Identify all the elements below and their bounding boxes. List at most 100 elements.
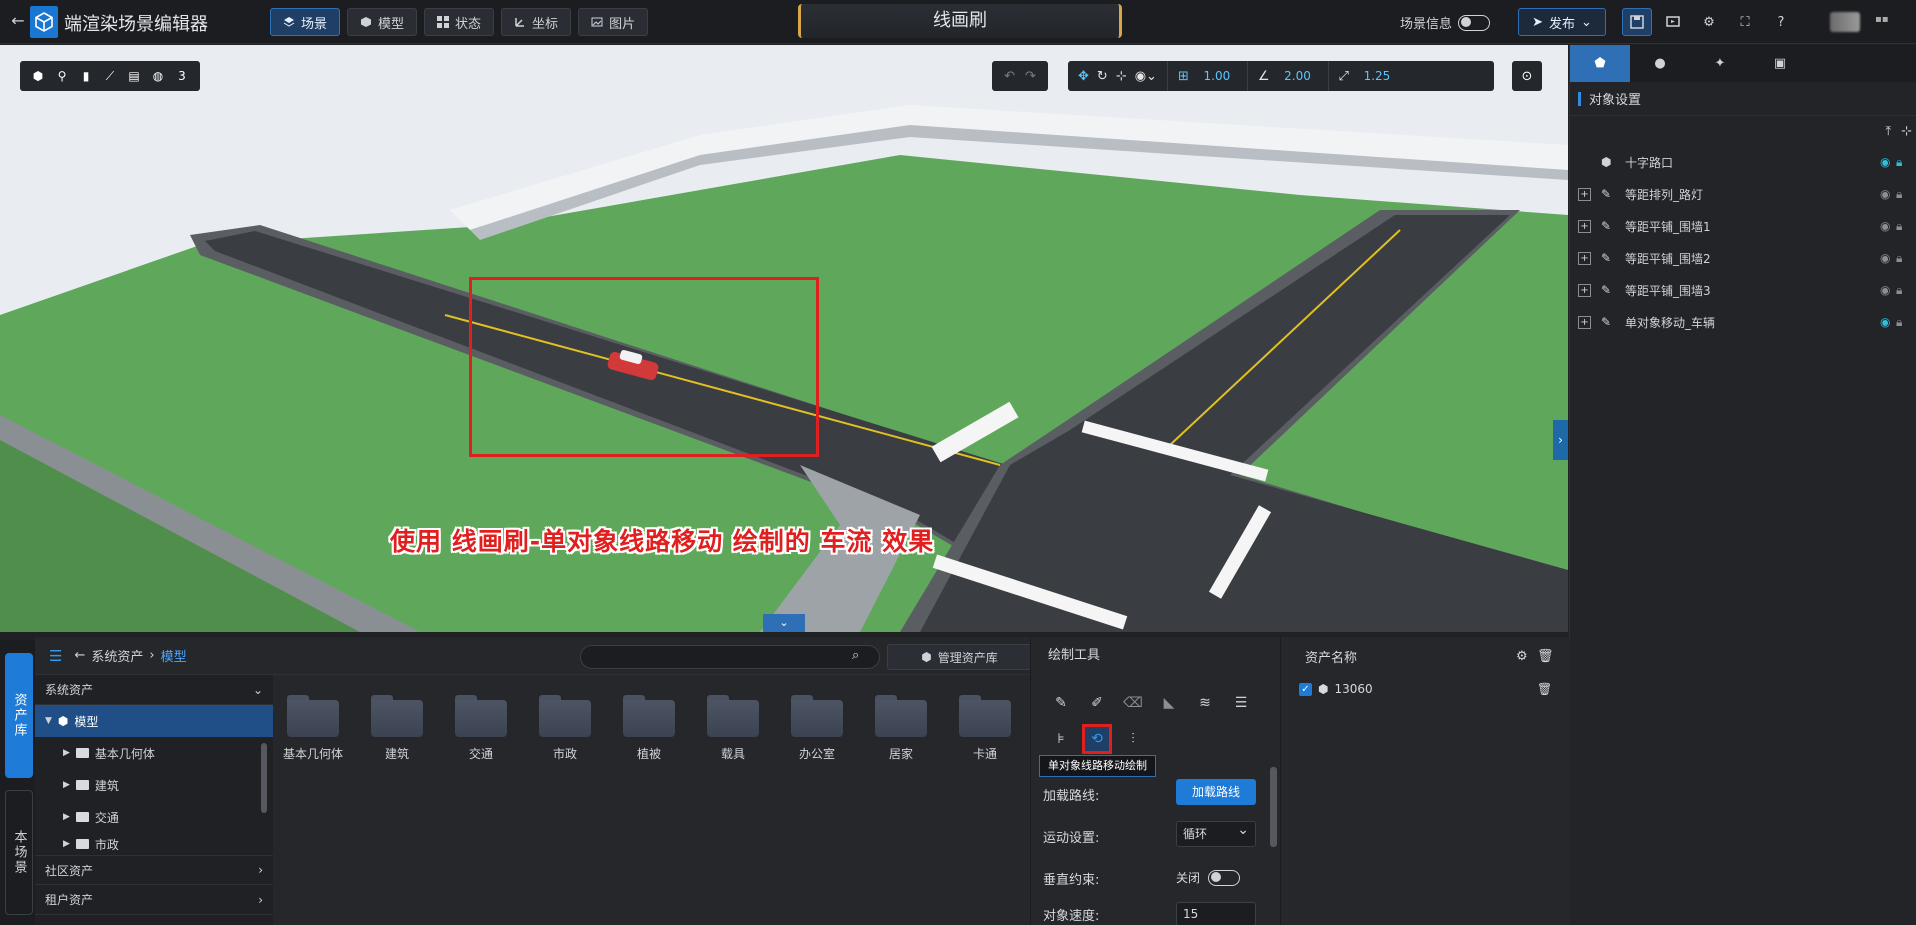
tree-item[interactable]: + ✎ 等距平铺_围墙2 ◉ 🔒︎ <box>1570 242 1916 274</box>
tab-lighting[interactable]: ● <box>1630 45 1690 82</box>
lock-icon[interactable]: 🔒︎ <box>1896 155 1902 170</box>
tree-item-child[interactable]: ▶ 基本几何体 <box>35 737 273 769</box>
eye-hidden-icon[interactable]: ◉ <box>1880 219 1890 233</box>
mode-tab-state[interactable]: 状态 <box>424 8 495 36</box>
wave-lines-icon[interactable]: ≋ <box>1192 690 1218 716</box>
tree-item-child[interactable]: ▶ 市政 <box>35 833 273 855</box>
checkbox-checked[interactable]: ✓ <box>1299 682 1312 696</box>
folder-item[interactable]: 基本几何体 <box>283 695 343 762</box>
tree-section-tenant[interactable]: 租户资产 › <box>35 885 273 915</box>
list-icon[interactable]: ☰ <box>1228 690 1254 716</box>
asset-row[interactable]: ✓ ⬢ 13060 🗑︎ <box>1281 675 1570 703</box>
folder-item[interactable]: 建筑 <box>367 695 427 762</box>
tree-section-community[interactable]: 社区资产 › <box>35 855 273 885</box>
lock-icon[interactable]: 🔒︎ <box>1896 251 1902 266</box>
tree-item-model[interactable]: ▼ ⬢ 模型 <box>35 705 273 737</box>
folder-item[interactable]: 市政 <box>535 695 595 762</box>
collapse-bottom-icon[interactable]: ⌄ <box>763 614 805 632</box>
lock-icon[interactable]: 🔒︎ <box>1896 315 1902 330</box>
eye-hidden-icon[interactable]: ◉ <box>1880 283 1890 297</box>
book-icon[interactable]: ▮ <box>78 68 94 84</box>
folder-item[interactable]: 卡通 <box>955 695 1015 762</box>
angle-snap-value[interactable]: 2.00 <box>1278 69 1318 83</box>
sliders-icon[interactable]: ⫶ <box>1120 726 1146 752</box>
3d-viewport[interactable]: ⬢ ⚲ ▮ ⟋ ▤ ◍ 3 ↶ ↷ ✥ ↻ ⊹ ◉⌄ ⊞ 1.00 ∠ 2.00… <box>0 45 1568 632</box>
tree-item[interactable]: + ✎ 等距排列_路灯 ◉ 🔒︎ <box>1570 178 1916 210</box>
preview-icon[interactable] <box>1658 8 1688 36</box>
help-icon[interactable]: ? <box>1766 8 1796 36</box>
lock-icon[interactable]: 🔒︎ <box>1896 219 1902 234</box>
tab-objects[interactable]: ⬟ <box>1570 45 1630 82</box>
tree-section-system[interactable]: 系统资产 ⌄ <box>35 675 273 705</box>
expand-plus-icon[interactable]: + <box>1578 251 1591 265</box>
back-arrow-icon[interactable]: ← <box>74 648 85 663</box>
tree-item[interactable]: + ✎ 单对象移动_车辆 ◉ 🔒︎ <box>1570 306 1916 338</box>
asset-search-input[interactable] <box>580 645 880 669</box>
trash-icon[interactable]: 🗑︎ <box>1537 649 1554 664</box>
brush-edit-icon[interactable]: ✐ <box>1084 690 1110 716</box>
load-route-button[interactable]: 加载路线 <box>1176 779 1256 805</box>
snap-mode-icon[interactable]: ◉⌄ <box>1135 69 1157 84</box>
single-object-route-move-icon[interactable]: ⟲ <box>1082 724 1112 754</box>
eye-hidden-icon[interactable]: ◉ <box>1880 251 1890 265</box>
translate-icon[interactable]: ⛶ <box>1730 8 1760 36</box>
object-speed-input[interactable]: 15 <box>1176 902 1256 925</box>
scene-info-toggle[interactable] <box>1458 14 1491 31</box>
tab-effects[interactable]: ✦ <box>1690 45 1750 82</box>
cube-icon[interactable]: ⬢ <box>30 68 46 84</box>
scale-snap-value[interactable]: 1.25 <box>1357 69 1397 83</box>
hierarchy-icon[interactable]: ⊹ <box>1901 124 1912 139</box>
tree-item[interactable]: + ✎ 等距平铺_围墙1 ◉ 🔒︎ <box>1570 210 1916 242</box>
settings-gear-icon[interactable]: ⚙ <box>1694 8 1724 36</box>
scene-info[interactable]: 场景信息 <box>1400 13 1491 32</box>
3d-toggle-icon[interactable]: 3 <box>174 68 190 84</box>
path-icon[interactable]: ⟋ <box>102 68 118 84</box>
vertical-constraint-toggle[interactable] <box>1208 869 1241 886</box>
tree-scrollbar[interactable] <box>261 743 267 813</box>
folder-item[interactable]: 居家 <box>871 695 931 762</box>
move-icon[interactable]: ✥ <box>1078 69 1089 84</box>
more-dots-icon[interactable]: ▪▪ <box>1875 14 1889 25</box>
grid-snap-icon[interactable]: ⊞ <box>1178 69 1189 84</box>
motion-select[interactable]: 循环 <box>1176 818 1256 847</box>
mode-tab-model[interactable]: 模型 <box>347 8 418 36</box>
eye-visible-icon[interactable]: ◉ <box>1880 315 1890 329</box>
tab-asset-library[interactable]: 资产库 <box>5 653 33 778</box>
tab-environment[interactable]: ▣ <box>1750 45 1810 82</box>
mode-tab-image[interactable]: 图片 <box>578 8 649 36</box>
back-arrow-icon[interactable]: ← <box>8 11 28 31</box>
breadcrumb-root[interactable]: 系统资产 <box>91 646 143 665</box>
folder-item[interactable]: 植被 <box>619 695 679 762</box>
rotate-icon[interactable]: ↻ <box>1097 69 1108 84</box>
folder-item[interactable]: 办公室 <box>787 695 847 762</box>
location-pin-icon[interactable]: ⚲ <box>54 68 70 84</box>
pivot-icon[interactable]: ⊹ <box>1116 69 1127 84</box>
eye-visible-icon[interactable]: ◉ <box>1880 155 1890 169</box>
expand-plus-icon[interactable]: + <box>1578 283 1591 297</box>
brush-add-icon[interactable]: ✎ <box>1048 690 1074 716</box>
eye-hidden-icon[interactable]: ◉ <box>1880 187 1890 201</box>
tree-item-child[interactable]: ▶ 交通 <box>35 801 273 833</box>
expand-plus-icon[interactable]: + <box>1578 315 1591 329</box>
align-icon[interactable]: ⊧ <box>1048 726 1074 752</box>
tree-item[interactable]: ⬢ 十字路口 ◉ 🔒︎ <box>1570 146 1916 178</box>
menu-icon[interactable]: ☰ <box>49 647 62 665</box>
tree-item[interactable]: + ✎ 等距平铺_围墙3 ◉ 🔒︎ <box>1570 274 1916 306</box>
tab-this-scene[interactable]: 本场景 <box>5 790 33 915</box>
folder-item[interactable]: 载具 <box>703 695 763 762</box>
panel-expand-icon[interactable]: › <box>1553 420 1568 460</box>
draw-tools-scrollbar[interactable] <box>1270 767 1277 847</box>
angle-snap-icon[interactable]: ∠ <box>1258 69 1270 84</box>
trash-icon[interactable]: 🗑︎ <box>1537 682 1552 696</box>
document-icon[interactable]: ▤ <box>126 68 142 84</box>
user-avatar[interactable] <box>1830 12 1860 32</box>
mode-tab-scene[interactable]: 场景 <box>270 8 341 36</box>
redo-icon[interactable]: ↷ <box>1025 69 1036 84</box>
undo-icon[interactable]: ↶ <box>1004 69 1015 84</box>
camera-reset-icon[interactable]: ⊙ <box>1512 61 1542 91</box>
fill-icon[interactable]: ◣ <box>1156 690 1182 716</box>
save-icon[interactable] <box>1622 8 1652 36</box>
search-icon[interactable]: ⌕ <box>852 648 859 663</box>
publish-button[interactable]: ➤ 发布 ⌄ <box>1518 8 1606 36</box>
manage-asset-library-button[interactable]: ⬢ 管理资产库 <box>887 644 1032 670</box>
